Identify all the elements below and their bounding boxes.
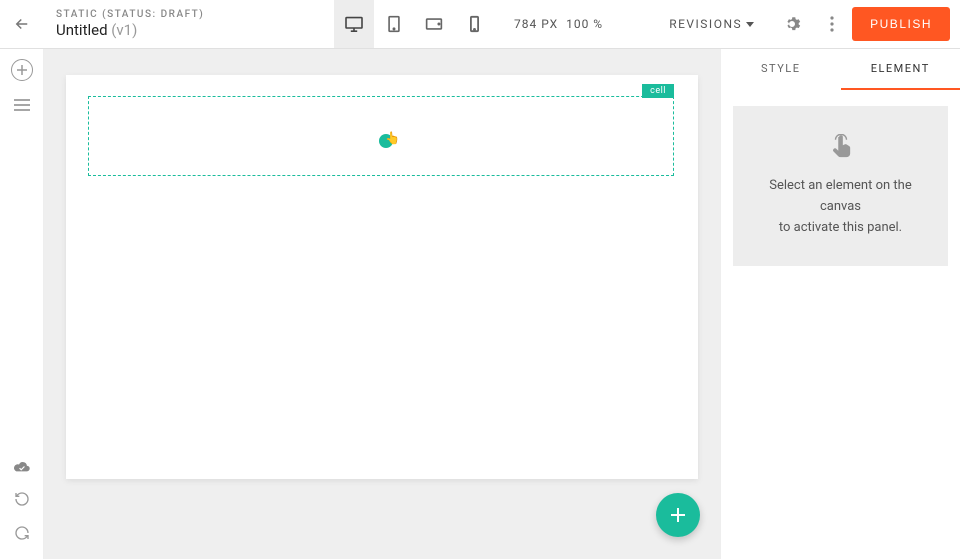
settings-button[interactable] bbox=[772, 0, 812, 48]
dots-vertical-icon bbox=[830, 16, 834, 32]
canvas-page[interactable]: cell 👆 bbox=[66, 75, 698, 479]
desktop-icon bbox=[344, 16, 364, 32]
plus-icon bbox=[670, 507, 686, 523]
more-button[interactable] bbox=[812, 0, 852, 48]
undo-icon bbox=[14, 491, 30, 507]
back-button[interactable] bbox=[0, 0, 44, 48]
cloud-status-button[interactable] bbox=[13, 460, 31, 473]
device-tablet-portrait-button[interactable] bbox=[374, 0, 414, 48]
revisions-dropdown[interactable]: REVISIONS bbox=[669, 17, 754, 31]
undo-button[interactable] bbox=[14, 491, 30, 507]
tab-style[interactable]: STYLE bbox=[721, 49, 841, 90]
mobile-icon bbox=[469, 15, 480, 33]
add-button[interactable] bbox=[11, 59, 33, 81]
gear-icon bbox=[783, 15, 801, 33]
device-desktop-button[interactable] bbox=[334, 0, 374, 48]
cloud-check-icon bbox=[13, 460, 31, 473]
right-panel: STYLE ELEMENT Select an element on the c… bbox=[720, 49, 960, 559]
panel-placeholder: Select an element on the canvas to activ… bbox=[733, 106, 948, 266]
device-mobile-button[interactable] bbox=[454, 0, 494, 48]
layers-button[interactable] bbox=[14, 99, 30, 111]
tablet-landscape-icon bbox=[425, 17, 443, 31]
left-rail bbox=[0, 49, 44, 559]
status-label: STATIC (STATUS: DRAFT) bbox=[56, 9, 334, 20]
cell-tag: cell bbox=[642, 84, 674, 98]
tap-icon bbox=[753, 134, 928, 162]
caret-down-icon bbox=[746, 22, 754, 27]
add-fab-button[interactable] bbox=[656, 493, 700, 537]
canvas-area[interactable]: cell 👆 bbox=[44, 49, 720, 559]
redo-button[interactable] bbox=[14, 525, 30, 541]
arrow-left-icon bbox=[13, 15, 31, 33]
cursor-hand-icon: 👆 bbox=[385, 131, 400, 145]
page-title: Untitled (v1) bbox=[56, 21, 334, 39]
title-area: STATIC (STATUS: DRAFT) Untitled (v1) bbox=[44, 9, 334, 39]
publish-button[interactable]: PUBLISH bbox=[852, 7, 950, 41]
device-group bbox=[334, 0, 494, 48]
tablet-portrait-icon bbox=[387, 15, 401, 33]
device-tablet-landscape-button[interactable] bbox=[414, 0, 454, 48]
plus-icon bbox=[17, 65, 27, 75]
placeholder-text: Select an element on the canvas to activ… bbox=[753, 176, 928, 238]
zoom-display: 784 PX 100 % bbox=[514, 17, 603, 31]
selected-cell[interactable]: cell 👆 bbox=[88, 96, 674, 176]
redo-icon bbox=[14, 525, 30, 541]
tab-element[interactable]: ELEMENT bbox=[841, 49, 960, 90]
menu-icon bbox=[14, 99, 30, 111]
